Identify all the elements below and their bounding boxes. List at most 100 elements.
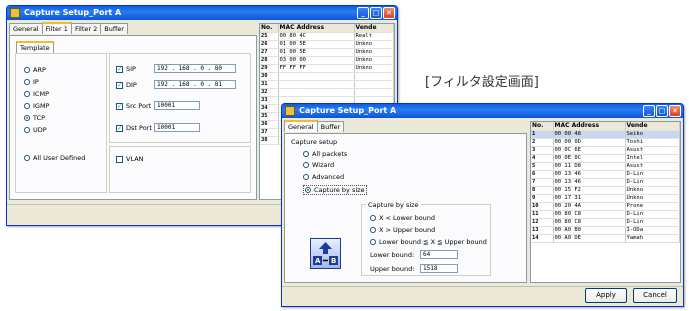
radio-icon <box>303 174 309 180</box>
table-row[interactable]: 28 03 00 00 Unkno <box>260 56 394 65</box>
protocol-all-user-defined[interactable]: All User Defined <box>24 154 85 162</box>
protocol-udp[interactable]: UDP <box>24 126 47 134</box>
table-row[interactable]: 31 <box>260 80 394 89</box>
table-row[interactable]: 1 00 00 48 Seiko <box>531 130 680 139</box>
vlan-checkbox[interactable]: VLAN <box>116 155 144 163</box>
close-icon[interactable]: ✕ <box>383 7 395 19</box>
table-row[interactable]: 25 00 80 4C Realt <box>260 32 394 41</box>
maximize-icon[interactable]: □ <box>656 105 668 117</box>
cell-mac-address: 00 17 31 <box>553 194 626 203</box>
tab-filter-1[interactable]: Filter 1 <box>41 22 72 34</box>
maximize-icon[interactable]: □ <box>370 7 382 19</box>
table-row[interactable]: 14 00 A0 DE Yamah <box>531 234 680 243</box>
column-mac-address[interactable]: MAC Address <box>553 122 626 131</box>
size-upper[interactable]: X > Upper bound <box>370 226 435 234</box>
table-row[interactable]: 11 00 80 C8 D-Lin <box>531 210 680 219</box>
table-row[interactable]: 8 00 15 F2 Unkno <box>531 186 680 195</box>
table-row[interactable]: 32 <box>260 88 394 97</box>
column-vendor[interactable]: Vende <box>625 122 680 131</box>
size-lower[interactable]: X < Lower bound <box>370 214 435 222</box>
close-icon[interactable]: ✕ <box>669 105 681 117</box>
column-mac-address[interactable]: MAC Address <box>278 24 355 33</box>
minimize-icon[interactable]: _ <box>643 105 655 117</box>
table-row[interactable]: 4 00 0E 0C Intel <box>531 154 680 163</box>
cell-vendor: Unkno <box>354 40 394 49</box>
setup-advanced[interactable]: Advanced <box>303 173 344 181</box>
table-row[interactable]: 13 00 A0 B0 I-ODa <box>531 226 680 235</box>
tab-general[interactable]: General <box>9 23 43 34</box>
tab-buffer[interactable]: Buffer <box>316 121 345 132</box>
apply-button[interactable]: Apply <box>585 288 627 303</box>
cell-vendor: Realt <box>354 32 394 41</box>
tab-buffer[interactable]: Buffer <box>100 23 128 34</box>
setup-capture-by-size[interactable]: Capture by size <box>303 185 367 195</box>
tab-template[interactable]: Template <box>16 41 54 53</box>
cell-mac-address: 00 00 0D <box>553 138 626 147</box>
cell-no: 3 <box>531 146 554 155</box>
cell-mac-address: 01 00 5E <box>278 40 355 49</box>
cell-no: 2 <box>531 138 554 147</box>
column-no[interactable]: No. <box>260 24 279 33</box>
cell-no: 9 <box>531 194 554 203</box>
table-row[interactable]: 10 00 20 4A Prone <box>531 202 680 211</box>
cell-mac-address: 00 A0 DE <box>553 234 626 243</box>
table-row[interactable]: 29 FF FF FF Unkno <box>260 64 394 73</box>
general-window-titlebar[interactable]: Capture Setup_Port A _ □ ✕ <box>282 104 683 118</box>
table-row[interactable]: 3 00 0C 6E Asust <box>531 146 680 155</box>
table-row[interactable]: 30 <box>260 72 394 81</box>
table-row[interactable]: 9 00 17 31 Unkno <box>531 194 680 203</box>
column-no[interactable]: No. <box>531 122 554 131</box>
setup-all-packets[interactable]: All packets <box>303 150 347 158</box>
cell-no: 38 <box>260 136 279 145</box>
setup-wizard[interactable]: Wizard <box>303 161 334 169</box>
table-row[interactable]: 2 00 00 0D Toshi <box>531 138 680 147</box>
dst-port-input[interactable]: 10001 <box>154 123 200 132</box>
dst-port-checkbox[interactable]: ✓ Dst Port <box>116 124 152 132</box>
table-row[interactable]: 7 00 13 46 D-Lin <box>531 178 680 187</box>
table-row[interactable]: 6 00 13 46 D-Lin <box>531 170 680 179</box>
protocol-ip[interactable]: IP <box>24 78 39 86</box>
table-row[interactable]: 26 01 00 5E Unkno <box>260 40 394 49</box>
tab-filter-2[interactable]: Filter 2 <box>70 23 102 34</box>
cancel-button[interactable]: Cancel <box>633 288 677 303</box>
checkbox-checked-icon: ✓ <box>116 102 123 110</box>
capture-by-size-group: Capture by size X < Lower bound X > Uppe… <box>361 201 491 276</box>
screen-caption: [フィルタ設定画面] <box>425 75 539 90</box>
cell-vendor: I-ODa <box>625 226 680 235</box>
protocol-icmp[interactable]: ICMP <box>24 90 49 98</box>
cell-mac-address: 03 00 00 <box>278 56 355 65</box>
dip-checkbox[interactable]: ✓ DIP <box>116 81 137 89</box>
column-vendor[interactable]: Vende <box>354 24 394 33</box>
cell-no: 14 <box>531 234 554 243</box>
cell-vendor: Prone <box>625 202 680 211</box>
upper-bound-input[interactable]: 1518 <box>420 264 458 273</box>
cell-vendor: D-Lin <box>625 218 680 227</box>
src-port-checkbox[interactable]: ✓ Src Port <box>116 102 151 110</box>
protocol-igmp[interactable]: IGMP <box>24 102 49 110</box>
protocol-arp[interactable]: ARP <box>24 66 46 74</box>
protocol-tcp[interactable]: TCP <box>24 114 45 122</box>
cell-mac-address <box>278 88 355 97</box>
cell-no: 34 <box>260 104 279 113</box>
cell-no: 10 <box>531 202 554 211</box>
minimize-icon[interactable]: _ <box>357 7 369 19</box>
mac-address-list[interactable]: No. MAC Address Vende 1 00 00 48 Seiko 2 00 … <box>530 121 681 283</box>
dip-input[interactable]: 192 . 168 . 0 . 81 <box>154 80 236 89</box>
src-port-input[interactable]: 10001 <box>154 101 200 110</box>
table-row[interactable]: 27 01 00 5E Unkno <box>260 48 394 57</box>
cell-no: 33 <box>260 96 279 105</box>
tab-general[interactable]: General <box>284 120 318 132</box>
sip-checkbox[interactable]: ✓ SIP <box>116 65 136 73</box>
cell-no: 32 <box>260 88 279 97</box>
cell-no: 30 <box>260 72 279 81</box>
cell-vendor: Intel <box>625 154 680 163</box>
radio-icon <box>24 127 30 133</box>
cell-mac-address: 00 13 46 <box>553 170 626 179</box>
size-between[interactable]: Lower bound ≦ X ≦ Upper bound <box>370 238 487 246</box>
sip-input[interactable]: 192 . 168 . 0 . 80 <box>154 64 236 73</box>
lower-bound-input[interactable]: 64 <box>420 250 458 259</box>
table-row[interactable]: 5 00 11 D8 Asust <box>531 162 680 171</box>
cell-mac-address <box>278 80 355 89</box>
filter-window-titlebar[interactable]: Capture Setup_Port A _ □ ✕ <box>7 6 397 20</box>
table-row[interactable]: 12 00 80 C8 D-Lin <box>531 218 680 227</box>
